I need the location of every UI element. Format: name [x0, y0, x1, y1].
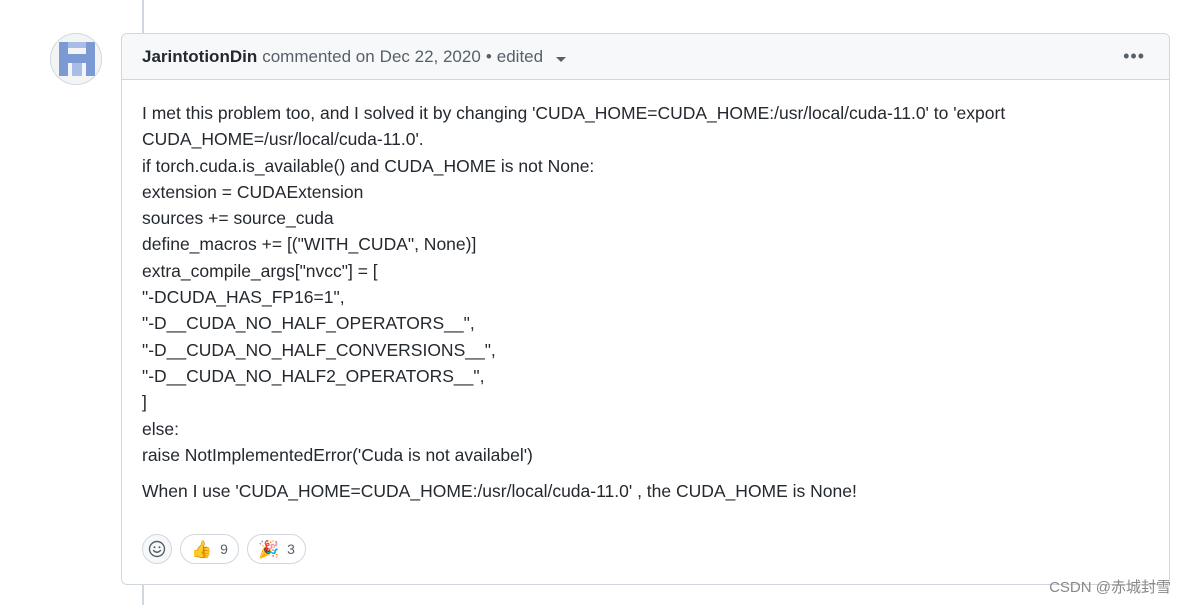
body-line: extension = CUDAExtension — [142, 181, 364, 202]
body-line: raise NotImplementedError('Cuda is not a… — [142, 444, 533, 465]
comment-header: JarintotionDin commented on Dec 22, 2020… — [122, 34, 1169, 80]
party-popper-icon: 🎉 — [257, 539, 280, 559]
comment-body: I met this problem too, and I solved it … — [122, 80, 1169, 504]
separator: • — [485, 46, 492, 66]
thumbs-up-icon: 👍 — [191, 539, 213, 559]
body-line: ] — [142, 392, 147, 413]
body-line: "-D__CUDA_NO_HALF2_OPERATORS__", — [142, 365, 485, 386]
body-line: extra_compile_args["nvcc"] = [ — [142, 260, 378, 281]
chevron-down-icon — [555, 56, 566, 62]
body-line: I met this problem too, and I solved it … — [142, 103, 1006, 123]
reaction-hooray-button[interactable]: 🎉 3 — [246, 534, 306, 564]
body-line: sources += source_cuda — [142, 208, 334, 229]
body-paragraph-2: When I use 'CUDA_HOME=CUDA_HOME:/usr/loc… — [142, 481, 857, 502]
author-link[interactable]: JarintotionDin — [142, 47, 257, 67]
smiley-icon — [148, 540, 166, 558]
avatar[interactable] — [50, 33, 102, 85]
add-reaction-button[interactable] — [142, 534, 172, 564]
body-line: "-D__CUDA_NO_HALF_OPERATORS__", — [142, 313, 475, 334]
body-line: if torch.cuda.is_available() and CUDA_HO… — [142, 155, 595, 176]
more-options-button[interactable]: ••• — [1123, 46, 1145, 67]
reaction-count: 9 — [220, 541, 228, 557]
reactions-bar: 👍 9 🎉 3 — [142, 534, 306, 564]
comment-date[interactable]: Dec 22, 2020 — [380, 47, 481, 67]
avatar-identicon — [51, 34, 101, 84]
comment-action: commented on — [262, 46, 375, 66]
comment-box: JarintotionDin commented on Dec 22, 2020… — [121, 33, 1170, 585]
edited-dropdown[interactable]: edited — [497, 47, 566, 67]
body-line: "-D__CUDA_NO_HALF_CONVERSIONS__", — [142, 339, 496, 360]
edited-label: edited — [496, 46, 544, 66]
body-line: CUDA_HOME=/usr/local/cuda-11.0'. — [142, 129, 424, 150]
watermark: CSDN @赤城封雪 — [1049, 579, 1171, 596]
body-paragraph-1: I met this problem too, and I solved it … — [142, 100, 1149, 468]
reaction-count: 3 — [287, 541, 295, 557]
body-line: "-DCUDA_HAS_FP16=1", — [142, 287, 345, 308]
reaction-thumbs-up-button[interactable]: 👍 9 — [180, 534, 239, 564]
body-line: else: — [142, 418, 179, 439]
body-line: define_macros += [("WITH_CUDA", None)] — [142, 234, 477, 255]
